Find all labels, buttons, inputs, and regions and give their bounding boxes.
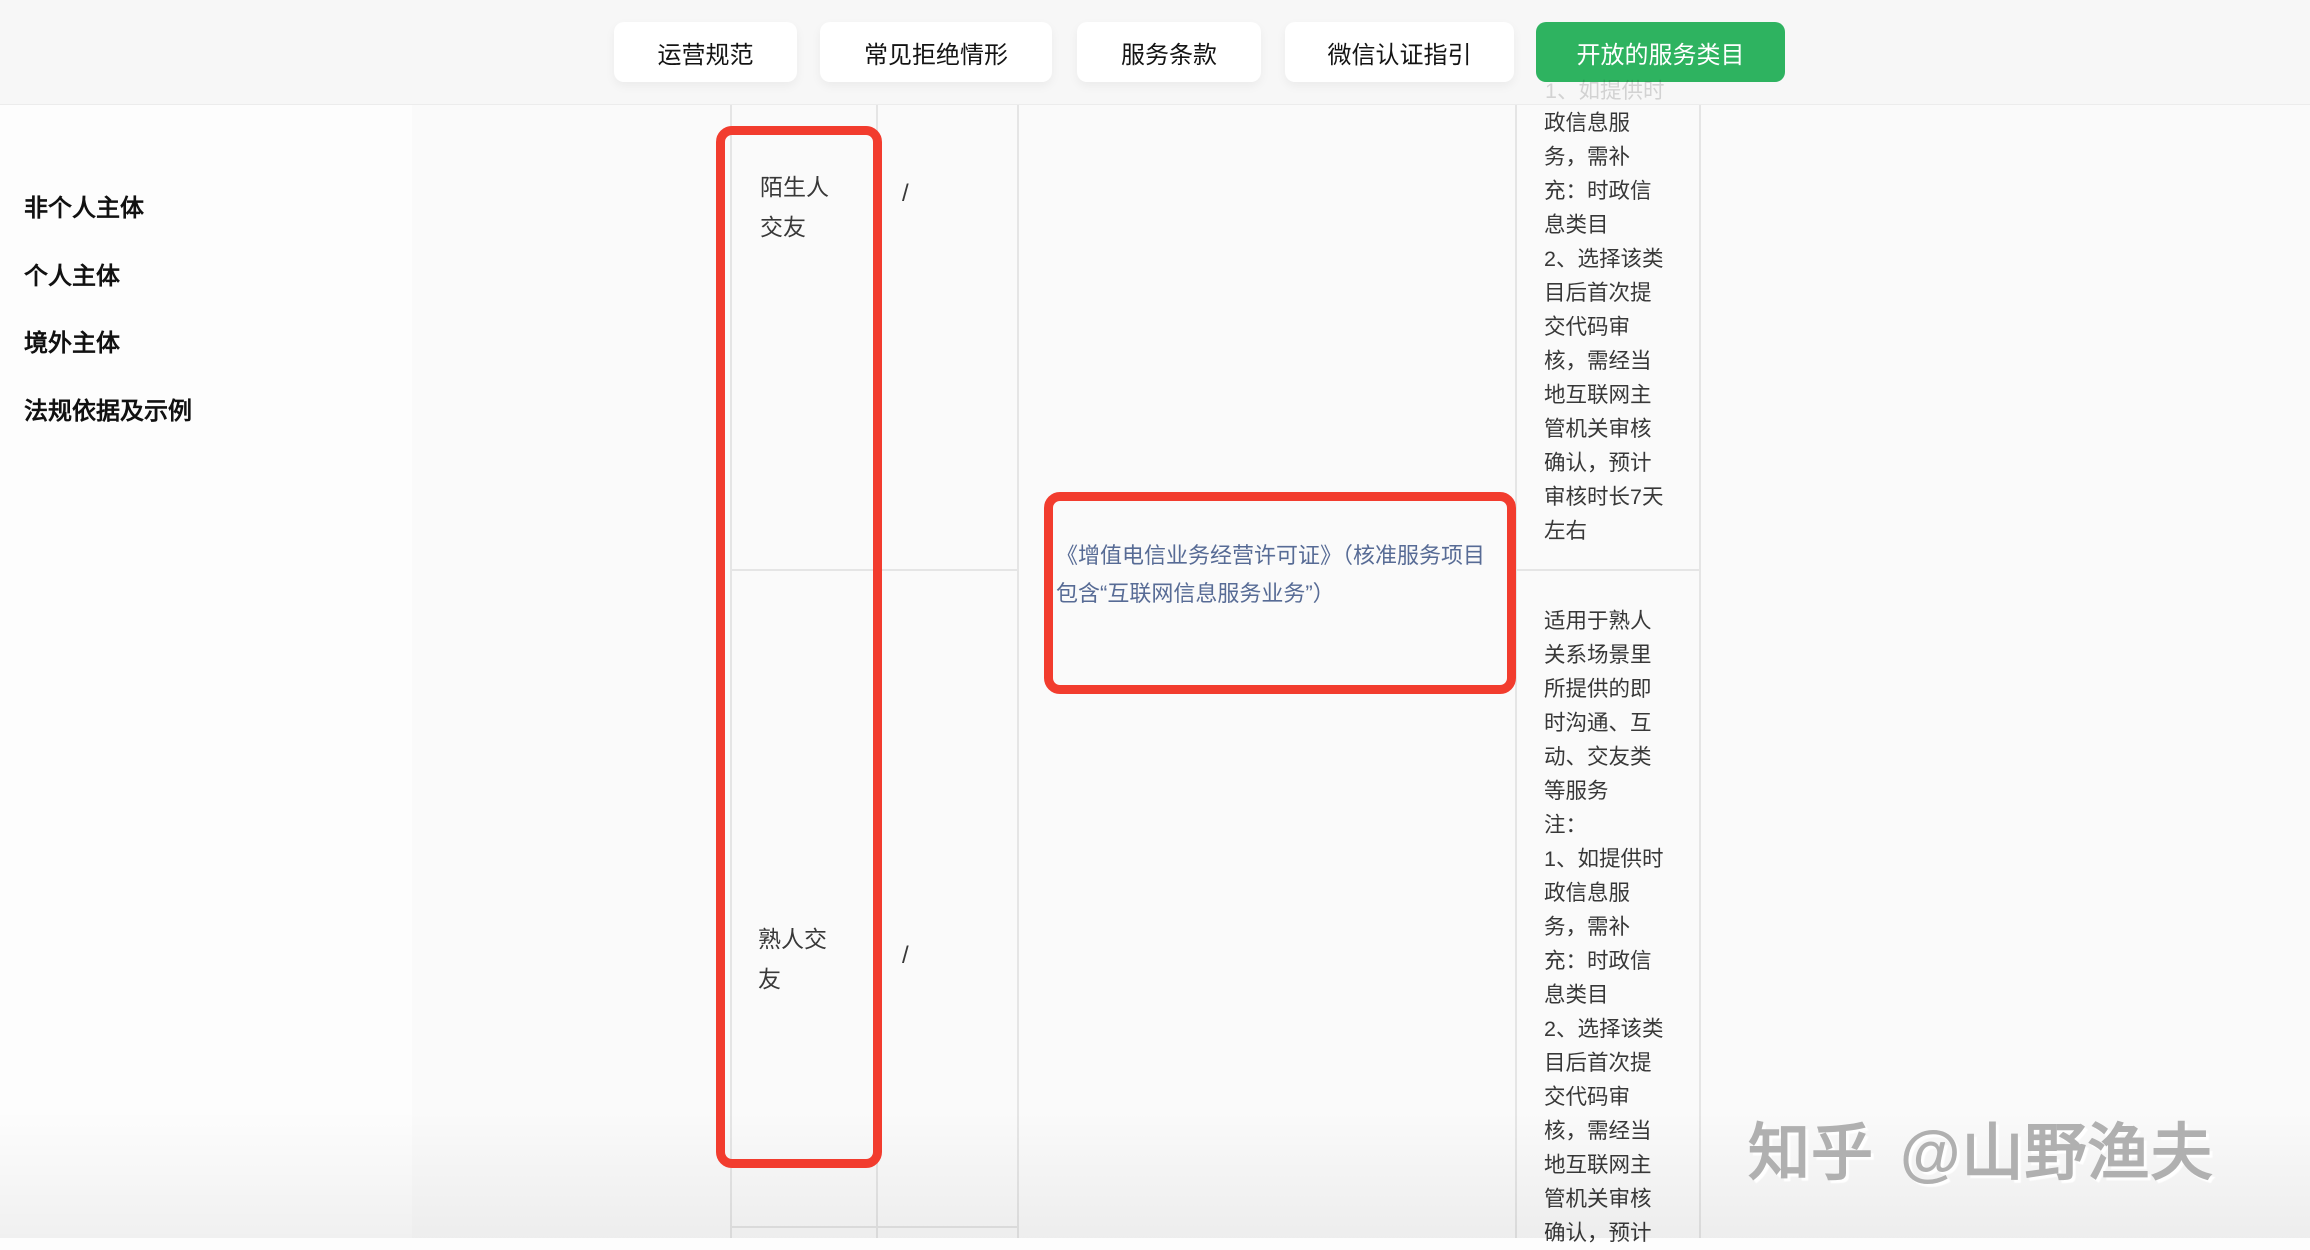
nav-button-operation-rules[interactable]: 运营规范 [614,22,797,82]
sidebar-item-non-individual[interactable]: 非个人主体 [24,188,144,216]
top-nav-bar: 运营规范 常见拒绝情形 服务条款 微信认证指引 开放的服务类目 [0,0,2310,105]
qualification-cell-row2: / [902,942,909,970]
nav-button-common-rejections[interactable]: 常见拒绝情形 [820,22,1052,82]
sidebar-item-overseas[interactable]: 境外主体 [24,323,120,351]
red-highlight-certificate [1044,492,1516,694]
table-row-divider-right [1515,569,1701,571]
note-cell-row2: 适用于熟人 关系场景里 所提供的即 时沟通、互 动、交友类 等服务 注： 1、如… [1544,604,1700,1250]
clipped-text-under-header: 1、如提供时 [1545,74,1664,105]
table-row2-bottom-divider [730,1226,1019,1228]
sidebar-item-individual[interactable]: 个人主体 [24,256,120,284]
note-cell-row1: 政信息服 务，需补 充：时政信 息类目 2、选择该类 目后首次提 交代码审 核，… [1544,106,1700,548]
nav-button-wechat-verification-guide[interactable]: 微信认证指引 [1285,22,1514,82]
watermark-author: @山野渔夫 [1900,1119,2213,1188]
table-border-col-c-left [1017,104,1019,1238]
nav-button-terms-of-service[interactable]: 服务条款 [1077,22,1261,82]
sidebar-item-legal-basis-examples[interactable]: 法规依据及示例 [24,391,192,419]
zhihu-watermark: 知乎 @山野渔夫 [1748,1102,2213,1192]
qualification-cell-row1: / [902,180,909,208]
watermark-brand: 知乎 [1748,1119,1874,1188]
red-highlight-category-column [716,126,882,1168]
nav-button-open-service-categories[interactable]: 开放的服务类目 [1536,22,1785,82]
